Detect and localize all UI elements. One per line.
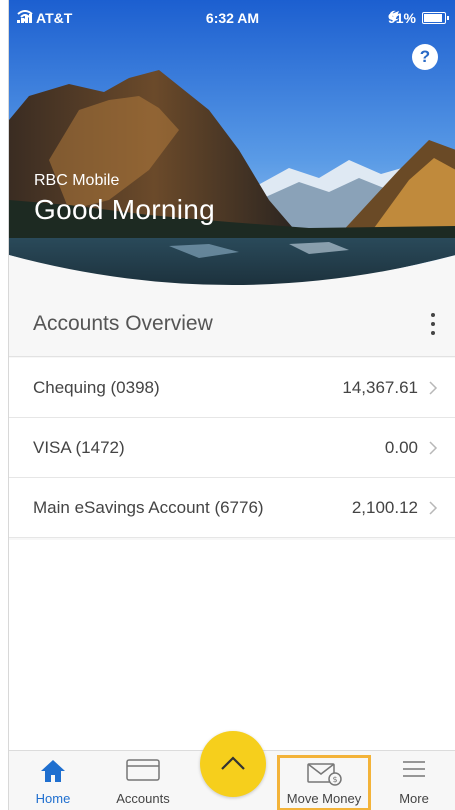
chevron-right-icon	[429, 501, 438, 515]
account-row-esavings[interactable]: Main eSavings Account (6776) 2,100.12	[9, 478, 455, 538]
tab-more-label: More	[399, 791, 429, 806]
svg-text:$: $	[332, 775, 337, 784]
chevron-up-icon	[221, 756, 245, 770]
accounts-overview-header: Accounts Overview	[9, 292, 455, 357]
tab-accounts[interactable]: Accounts	[105, 751, 181, 810]
kebab-menu-icon[interactable]	[428, 310, 438, 338]
status-bar: AT&T 6:32 AM 91%	[9, 0, 455, 36]
card-icon	[126, 759, 160, 781]
account-row-visa[interactable]: VISA (1472) 0.00	[9, 418, 455, 478]
tab-move-money-label: Move Money	[286, 791, 362, 806]
battery-icon	[422, 12, 449, 24]
hamburger-menu-icon	[403, 761, 425, 777]
account-name: VISA (1472)	[33, 438, 125, 457]
account-balance: 2,100.12	[351, 498, 418, 517]
tab-home[interactable]: Home	[21, 751, 85, 810]
battery-fill	[424, 14, 442, 22]
content-area	[9, 540, 455, 750]
chevron-right-icon	[429, 441, 438, 455]
account-row-chequing[interactable]: Chequing (0398) 14,367.61	[9, 358, 455, 418]
home-icon	[41, 760, 65, 782]
tab-move-money[interactable]: $ Move Money	[277, 755, 371, 810]
phone-screen: AT&T 6:32 AM 91% ? RBC Mobile Good Morni…	[8, 0, 455, 810]
hero-banner: AT&T 6:32 AM 91% ? RBC Mobile Good Morni…	[9, 0, 455, 292]
account-balance: 0.00	[384, 438, 418, 457]
help-button[interactable]: ?	[412, 44, 438, 70]
account-name: Main eSavings Account (6776)	[33, 498, 264, 517]
status-right: 91%	[388, 10, 449, 26]
tab-home-label: Home	[35, 791, 71, 806]
accounts-overview-title: Accounts Overview	[33, 312, 213, 335]
app-name: RBC Mobile	[34, 172, 120, 189]
chevron-right-icon	[429, 381, 438, 395]
location-arrow-icon	[388, 11, 399, 21]
accounts-list: Chequing (0398) 14,367.61 VISA (1472) 0.…	[9, 358, 455, 538]
mountain-lake-image	[9, 0, 455, 292]
tab-more[interactable]: More	[384, 751, 444, 810]
greeting-heading: Good Morning	[34, 194, 216, 225]
tab-accounts-label: Accounts	[116, 791, 170, 806]
account-name: Chequing (0398)	[33, 378, 160, 397]
envelope-dollar-icon: $	[307, 763, 342, 786]
quick-action-button[interactable]	[200, 731, 266, 797]
account-balance: 14,367.61	[342, 378, 418, 397]
